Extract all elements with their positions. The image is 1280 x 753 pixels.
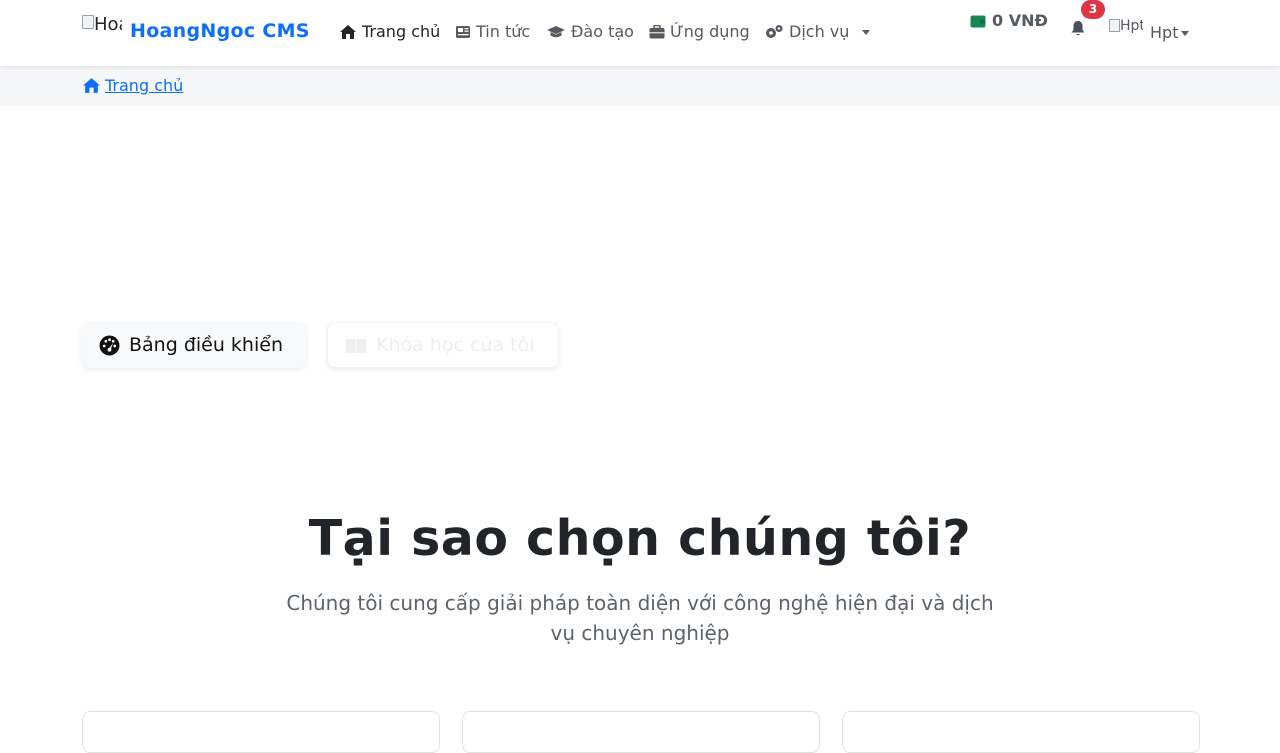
brand-logo-alt-text: HoangNgoc <box>94 14 122 35</box>
broken-image-icon <box>1109 19 1120 32</box>
nav-item-label: Đào tạo <box>571 22 634 41</box>
home-icon <box>83 78 100 93</box>
briefcase-icon <box>649 24 665 38</box>
my-courses-button[interactable]: Khóa học của tôi <box>327 322 559 368</box>
tachometer-icon <box>99 335 120 355</box>
feature-card <box>462 711 820 753</box>
home-icon <box>340 24 356 39</box>
dashboard-button-label: Bảng điều khiển <box>129 334 283 356</box>
my-courses-button-label: Khóa học của tôi <box>376 334 535 356</box>
breadcrumb-home-label: Trang chủ <box>105 76 184 95</box>
nav-item-services-dropdown[interactable]: Dịch vụ <box>764 22 871 41</box>
section-title: Tại sao chọn chúng tôi? <box>308 510 972 567</box>
chevron-down-icon <box>862 30 871 35</box>
avatar-alt-text: Hpt <box>1120 18 1143 34</box>
newspaper-icon <box>456 25 470 38</box>
wallet-balance[interactable]: 0 VNĐ <box>970 11 1048 30</box>
wallet-balance-text: 0 VNĐ <box>992 11 1048 30</box>
avatar[interactable]: Hpt <box>1109 18 1143 42</box>
nav-item-label: Ứng dụng <box>670 22 750 41</box>
nav-item-label: Tin tức <box>476 22 531 41</box>
breadcrumb-home-link[interactable]: Trang chủ <box>82 76 183 95</box>
feature-card <box>842 711 1200 753</box>
bell-icon <box>1071 21 1085 36</box>
wallet-icon <box>970 15 986 27</box>
nav-item-label: Dịch vụ <box>789 22 850 41</box>
notifications-button[interactable] <box>1070 20 1086 41</box>
dashboard-button[interactable]: Bảng điều khiển <box>82 322 306 368</box>
nav-item-apps[interactable]: Ứng dụng <box>649 22 750 41</box>
cogs-icon <box>766 25 783 38</box>
chevron-down-icon <box>1181 31 1190 36</box>
book-open-icon <box>346 338 366 353</box>
user-menu-dropdown[interactable]: Hpt <box>1150 23 1190 42</box>
nav-item-home[interactable]: Trang chủ <box>339 22 440 41</box>
broken-image-icon <box>82 15 94 29</box>
top-navbar: HoangNgoc HoangNgoc CMS Trang chủ Tin tứ… <box>0 0 1280 66</box>
nav-item-news[interactable]: Tin tức <box>455 22 530 41</box>
nav-item-label: Trang chủ <box>362 22 441 41</box>
nav-item-training[interactable]: Đào tạo <box>546 22 634 41</box>
section-subtitle: Chúng tôi cung cấp giải pháp toàn diện v… <box>286 591 994 645</box>
notification-count-badge: 3 <box>1081 0 1105 19</box>
user-name: Hpt <box>1150 23 1179 42</box>
feature-card <box>82 711 440 753</box>
breadcrumb-bar: Trang chủ <box>0 66 1280 106</box>
graduation-cap-icon <box>547 25 565 37</box>
brand-logo[interactable]: HoangNgoc <box>82 14 122 40</box>
brand-name[interactable]: HoangNgoc CMS <box>130 20 310 42</box>
